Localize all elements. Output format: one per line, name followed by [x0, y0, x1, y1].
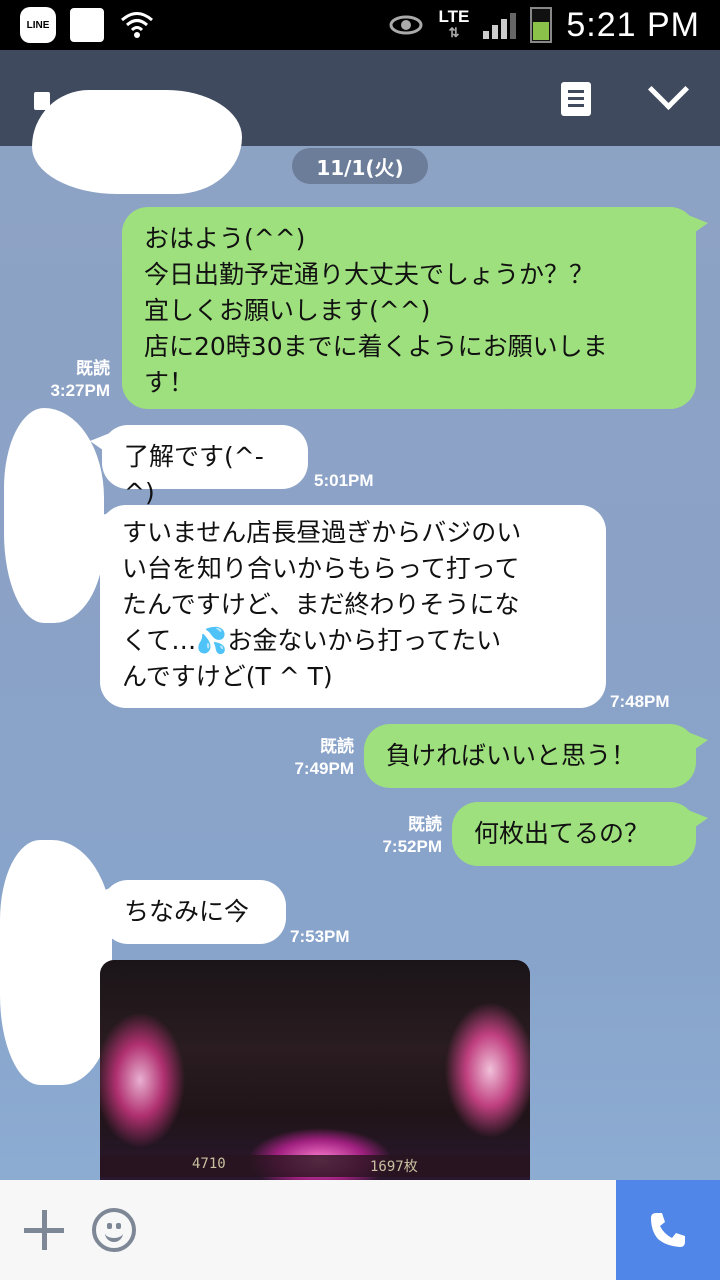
message-received[interactable]: 了解です(^-^)	[90, 425, 308, 507]
message-sent[interactable]: 負ければいいと思う！	[364, 724, 708, 788]
read-receipt: 既読	[320, 737, 354, 756]
battery-icon	[530, 7, 553, 43]
message-received[interactable]: すいません店長昼過ぎからバジのい い台を知り合いからもらって打って たんですけど…	[88, 505, 606, 708]
read-receipt: 既読	[408, 815, 442, 834]
eye-icon	[387, 6, 425, 44]
contact-name-redacted	[32, 90, 242, 194]
notes-icon[interactable]	[561, 82, 591, 116]
message-meta: 既読 3:27PM	[30, 358, 110, 402]
network-type: LTE ⇅	[438, 7, 470, 40]
wifi-icon	[118, 6, 156, 44]
notification-face-icon	[70, 8, 104, 42]
input-bar	[0, 1180, 720, 1280]
phone-icon	[651, 1213, 685, 1247]
date-separator: 11/1(火)	[292, 148, 428, 184]
photo-counter-left: 4710	[192, 1156, 226, 1172]
photo-counter-bar	[100, 1155, 530, 1177]
notification-icons: LINE	[20, 6, 156, 44]
plus-icon[interactable]	[24, 1210, 64, 1250]
message-meta: 既読 7:52PM	[360, 814, 442, 858]
message-received[interactable]: ちなみに今	[90, 880, 286, 944]
message-time: 7:53PM	[290, 927, 350, 946]
message-time: 7:49PM	[294, 759, 354, 778]
status-bar: LINE LTE ⇅ 5:21 PM	[0, 0, 720, 50]
chevron-down-icon[interactable]	[647, 68, 690, 111]
clock: 5:21 PM	[566, 5, 700, 44]
message-time: 3:27PM	[50, 381, 110, 400]
emoji-icon[interactable]	[92, 1208, 136, 1252]
message-sent[interactable]: 何枚出てるの？	[452, 802, 708, 866]
line-app-icon: LINE	[20, 7, 56, 43]
system-indicators: LTE ⇅ 5:21 PM	[387, 0, 700, 50]
photo-counter-right: 1697枚	[370, 1159, 418, 1175]
message-meta: 既読 7:49PM	[270, 736, 354, 780]
read-receipt: 既読	[76, 359, 110, 378]
avatar-redacted	[0, 840, 112, 1085]
call-button[interactable]	[616, 1180, 720, 1280]
message-time: 7:52PM	[382, 837, 442, 856]
signal-icon	[483, 11, 517, 39]
message-sent[interactable]: おはよう(^^) 今日出勤予定通り大丈夫でしょうか？？ 宜しくお願いします(^^…	[122, 207, 708, 409]
message-time: 7:48PM	[610, 692, 670, 711]
photo-message[interactable]: 4710 1697枚	[100, 960, 530, 1180]
message-time: 5:01PM	[314, 471, 374, 490]
chat-header	[0, 50, 720, 194]
